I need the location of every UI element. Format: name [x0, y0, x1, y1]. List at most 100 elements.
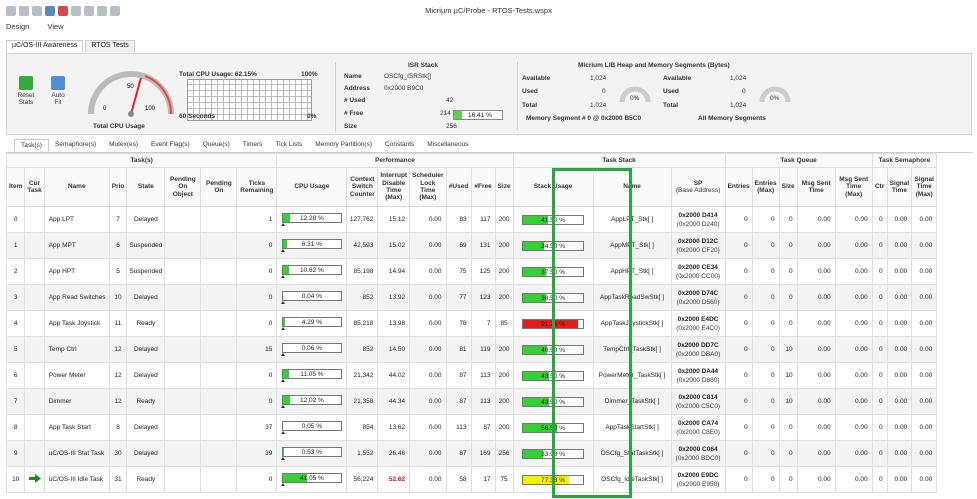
cell-state: Suspended — [126, 258, 166, 285]
tab-queues[interactable]: Queue(s) — [197, 139, 237, 151]
table-row[interactable]: 8 App Task Start 8 Delayed 37 0.05 % 854 13.62 0… — [6, 414, 938, 441]
sp-value: 0x2000 DA44 — [678, 367, 719, 375]
col-ctr[interactable]: Ctr — [871, 167, 888, 207]
cell-signal-time: 0.00 — [886, 440, 913, 467]
cell-queue-size: 0 — [778, 414, 798, 441]
col-item[interactable]: Item — [6, 167, 26, 207]
tab-semaphores[interactable]: Semaphore(s) — [49, 139, 103, 151]
table-row[interactable]: 4 App Task Joystick 11 Ready 0 4.29 % 85,218 13… — [6, 310, 938, 337]
cpu-usage-bar: 10.62 % — [281, 265, 342, 275]
current-task-arrow-icon — [28, 474, 41, 483]
cell-context-switch: 21,358 — [346, 388, 379, 415]
menu-view[interactable]: View — [47, 22, 63, 31]
col-free[interactable]: #Free — [470, 167, 496, 207]
cell-stack-usage: 91.76 % — [512, 310, 594, 337]
tab-constants[interactable]: Constants — [379, 139, 421, 151]
cell-msg-sent-max: 0.00 — [834, 440, 873, 467]
table-row[interactable]: 2 App HPT 5 Suspended 0 10.62 % 85,198 14.94 0.0… — [6, 258, 938, 285]
table-row[interactable]: 6 Power Meter 12 Delayed 0 11.05 % 21,342 44.02… — [6, 362, 938, 389]
auto-fit-button[interactable]: Auto Fit — [45, 76, 71, 106]
col-pending-on-object[interactable]: Pending On Object — [164, 167, 202, 207]
col-msg-sent-time[interactable]: Msg Sent Time — [796, 167, 836, 207]
col-msg-sent-max[interactable]: Msg Sent Time (Max) — [834, 167, 873, 207]
col-sp[interactable]: SP (Base Address) — [670, 167, 726, 207]
cell-msg-sent-max: 0.00 — [834, 388, 873, 415]
cell-name: Dimmer — [43, 388, 110, 415]
col-prio[interactable]: Prio — [108, 167, 128, 207]
cell-prio: 8 — [108, 414, 128, 441]
cell-msg-sent: 0.00 — [796, 232, 836, 259]
sp-base: (0x2000 D240) — [676, 220, 720, 228]
cell-entries: 0 — [724, 440, 753, 467]
cell-entries: 0 — [724, 232, 753, 259]
cpu-gauge: 0 50 100 — [88, 71, 174, 117]
menu-design[interactable]: Design — [6, 22, 29, 31]
tab-tick-lists[interactable]: Tick Lists — [269, 139, 309, 151]
cell-pending-on — [200, 336, 238, 363]
cell-name: App HPT — [43, 258, 110, 285]
cell-irq: 52.62 — [377, 466, 411, 493]
col-scheduler-lock[interactable]: Scheduler Lock Time (Max) — [409, 167, 447, 207]
cpu-usage-bar: 41.05 % — [281, 473, 342, 483]
cell-state: Delayed — [126, 284, 166, 311]
cell-signal-max: 0.00 — [911, 232, 938, 259]
table-row[interactable]: 3 App Read Switches 10 Delayed 0 0.04 % 852 13.… — [6, 284, 938, 311]
col-signal-time[interactable]: Signal Time — [886, 167, 913, 207]
tab-rtos-tests[interactable]: RTOS Tests — [85, 40, 135, 52]
cell-ctr: 0 — [871, 206, 888, 233]
cpu-usage-bar: 0.04 % — [281, 291, 342, 301]
cpu-usage-text: 4.29 % — [301, 319, 322, 326]
cell-pending-on — [200, 258, 238, 285]
cell-prio: 7 — [108, 206, 128, 233]
col-interrupt-disable[interactable]: Interrupt Disable Time (Max) — [377, 167, 411, 207]
stack-usage-text: 38.50 % — [541, 294, 565, 302]
cell-prio: 12 — [108, 388, 128, 415]
col-stack-usage[interactable]: Stack Usage — [512, 167, 594, 207]
tab-awareness[interactable]: µC/OS-III Awareness — [6, 40, 84, 52]
col-used[interactable]: #Used — [445, 167, 472, 207]
cell-signal-time: 0.00 — [886, 284, 913, 311]
cell-stack-usage: 43.50 % — [512, 388, 594, 415]
reset-stats-button[interactable]: Reset Stats — [13, 76, 39, 106]
col-cur-task[interactable]: Cur Task — [24, 167, 45, 207]
col-stack-name[interactable]: Name — [592, 167, 672, 207]
cell-used: 87 — [445, 362, 472, 389]
tab-tasks[interactable]: Task(s) — [14, 139, 49, 151]
cell-msg-sent: 0.00 — [796, 414, 836, 441]
table-row[interactable]: 0 App LPT 7 Delayed 1 12.28 % 127,762 15.12 0.00… — [6, 206, 938, 233]
cell-cur-task — [24, 388, 45, 415]
cell-ctr: 0 — [871, 232, 888, 259]
cell-ctr: 0 — [871, 466, 888, 493]
col-entries-max[interactable]: Entries (Max) — [751, 167, 780, 207]
col-context-switch[interactable]: Context Switch Counter — [346, 167, 379, 207]
stack-usage-text: 91.76 % — [541, 320, 565, 328]
col-cpu-usage[interactable]: CPU Usage — [276, 167, 348, 207]
col-queue-size[interactable]: Size — [778, 167, 798, 207]
col-name[interactable]: Name — [43, 167, 110, 207]
isr-free-value: 214 — [440, 110, 451, 117]
table-row[interactable]: 10 uC/OS-III Idle Task 31 Ready 0 41.05 % 56,2… — [6, 466, 938, 493]
cell-msg-sent-max: 0.00 — [834, 232, 873, 259]
cell-entries: 0 — [724, 258, 753, 285]
tab-miscellaneous[interactable]: Miscellaneous — [421, 139, 475, 151]
col-size[interactable]: Size — [494, 167, 514, 207]
cell-cur-task — [24, 336, 45, 363]
cell-signal-max: 0.00 — [911, 362, 938, 389]
cell-name: Temp Ctrl — [43, 336, 110, 363]
col-state[interactable]: State — [126, 167, 166, 207]
tab-timers[interactable]: Timers — [237, 139, 270, 151]
tab-event-flags[interactable]: Event Flag(s) — [145, 139, 197, 151]
table-row[interactable]: 1 App MPT 6 Suspended 0 6.31 % 42,593 15.02 0.00… — [6, 232, 938, 259]
col-entries[interactable]: Entries — [724, 167, 753, 207]
table-row[interactable]: 7 Dimmer 12 Ready 0 12.02 % 21,358 44.34 0.00 87 1… — [6, 388, 938, 415]
sp-base: (0x2000 CC00) — [676, 272, 721, 280]
col-signal-max[interactable]: Signal Time (Max) — [911, 167, 938, 207]
tab-mutexes[interactable]: Mutex(es) — [103, 139, 145, 151]
table-row[interactable]: 5 Temp Ctrl 12 Delayed 15 0.06 % 852 14.50 0.00 8… — [6, 336, 938, 363]
table-row[interactable]: 9 uC/OS-III Stat Task 30 Delayed 39 0.53 % 1,5… — [6, 440, 938, 467]
cell-sp: 0x2000 D12C (0x2000 CF20) — [670, 232, 726, 259]
col-pending-on[interactable]: Pending On — [200, 167, 238, 207]
heap-segment-label: Memory Segment # 0 @ 0x2000 B5C0 — [526, 115, 642, 122]
tab-memory-partitions[interactable]: Memory Partition(s) — [309, 139, 379, 151]
col-ticks-remaining[interactable]: Ticks Remaining — [236, 167, 278, 207]
